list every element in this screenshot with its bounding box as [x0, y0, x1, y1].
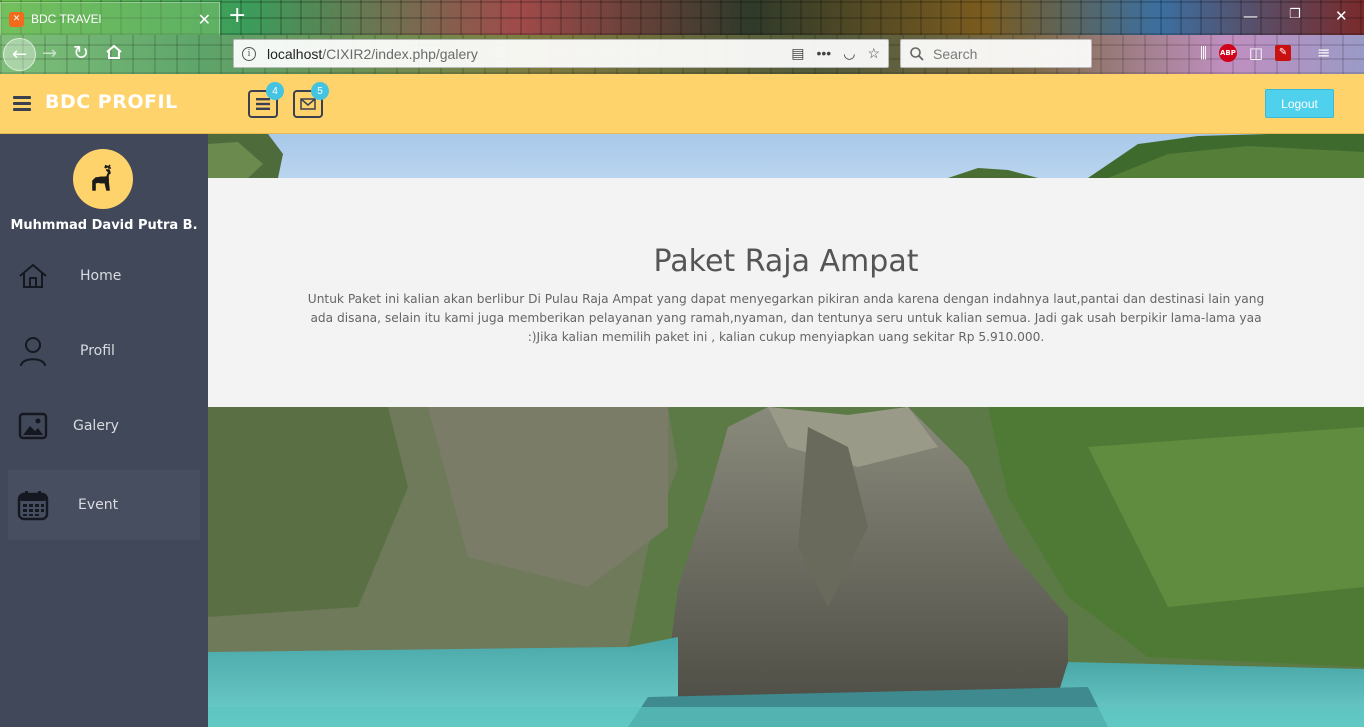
envelope-icon: [300, 98, 316, 110]
sidebar-toggle-icon[interactable]: ◫: [1249, 44, 1263, 62]
sidebar-item-label: Profil: [80, 343, 115, 359]
browser-home-icon: [106, 44, 122, 59]
app-header: BDC PROFIL 4 5 Logout: [0, 74, 1364, 134]
site-info-icon[interactable]: i: [242, 46, 256, 61]
list-icon: [256, 98, 270, 110]
user-name: Muhmmad David Putra B.: [10, 218, 198, 233]
sidebar-item-profil[interactable]: Profil: [8, 316, 200, 386]
brand-title: BDC PROFIL: [45, 91, 178, 113]
back-button[interactable]: ←: [3, 38, 36, 71]
package-info-panel: Paket Raja Ampat Untuk Paket ini kalian …: [208, 178, 1364, 407]
raja-ampat-photo: [208, 407, 1364, 727]
adblock-icon[interactable]: ABP: [1218, 43, 1237, 62]
sidebar-item-label: Galery: [73, 418, 119, 434]
window-close-icon[interactable]: ✕: [1335, 7, 1348, 25]
restore-icon[interactable]: ❐: [1289, 7, 1301, 22]
logout-button[interactable]: Logout: [1265, 89, 1334, 118]
forward-button[interactable]: →: [42, 43, 57, 64]
browser-nav-bar: ← → ↻ i localhost /CIXIR2/index.php/gale…: [0, 35, 1364, 74]
search-box[interactable]: Search: [900, 39, 1092, 68]
search-placeholder: Search: [933, 45, 978, 62]
user-icon: [16, 334, 50, 368]
menu-icon[interactable]: ≡: [1317, 43, 1330, 62]
new-tab-icon[interactable]: +: [228, 3, 246, 28]
reader-view-icon[interactable]: ▤: [791, 45, 804, 62]
browser-tab[interactable]: ✕ BDC TRAVEl ✕: [0, 2, 220, 35]
reload-button[interactable]: ↻: [73, 42, 89, 64]
sidebar-item-home[interactable]: Home: [8, 241, 200, 311]
xampp-favicon-icon: ✕: [9, 11, 24, 27]
url-path: /CIXIR2/index.php/galery: [322, 45, 478, 62]
hero-image-top: [208, 134, 1364, 178]
package-description: Untuk Paket ini kalian akan berlibur Di …: [307, 292, 1265, 344]
pocket-icon[interactable]: ◡: [843, 45, 855, 62]
avatar: [73, 149, 133, 209]
url-host: localhost: [267, 45, 323, 62]
home-icon: [16, 259, 50, 293]
browser-tab-bar: ✕ BDC TRAVEl ✕ + — ❐ ✕: [0, 0, 1364, 35]
extension-icon[interactable]: ✎: [1275, 44, 1292, 61]
library-icon[interactable]: ⫼: [1200, 44, 1207, 62]
tasks-button[interactable]: 4: [248, 82, 284, 118]
sidebar-item-label: Event: [78, 497, 119, 513]
hero-image-bottom: [208, 407, 1364, 727]
tasks-badge: 4: [266, 82, 284, 100]
sidebar: Muhmmad David Putra B. Home Profil Galer…: [0, 134, 208, 727]
messages-badge: 5: [311, 82, 329, 100]
sidebar-item-event[interactable]: Event: [8, 470, 200, 540]
minimize-icon[interactable]: —: [1243, 7, 1258, 25]
close-tab-icon[interactable]: ✕: [198, 10, 211, 29]
browser-toolbar-icons: ⫼ ABP ◫ ✎ ≡: [1200, 43, 1331, 62]
calendar-icon: [16, 488, 50, 522]
page-actions-icon[interactable]: •••: [817, 45, 832, 62]
sidebar-item-label: Home: [80, 268, 122, 284]
tab-title: BDC TRAVEl: [31, 12, 102, 26]
sidebar-item-galery[interactable]: Galery: [8, 391, 200, 461]
home-button[interactable]: [105, 43, 123, 61]
address-bar[interactable]: i localhost /CIXIR2/index.php/galery ▤ •…: [233, 39, 889, 68]
bookmark-star-icon[interactable]: ☆: [867, 45, 880, 62]
search-icon: [910, 46, 924, 61]
messages-button[interactable]: 5: [293, 82, 329, 118]
hamburger-menu-icon[interactable]: [13, 96, 31, 111]
image-icon: [16, 409, 50, 443]
deer-icon: [92, 164, 111, 191]
landscape-image: [208, 134, 1364, 178]
package-title: Paket Raja Ampat: [653, 244, 919, 279]
